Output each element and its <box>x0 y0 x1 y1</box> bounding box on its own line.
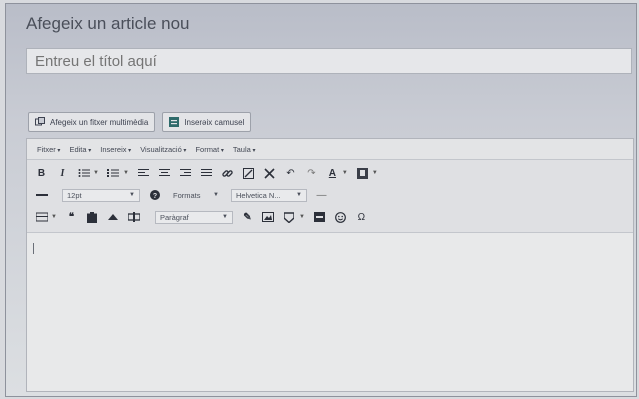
align-left-icon[interactable] <box>137 166 150 180</box>
link-icon[interactable] <box>221 166 234 180</box>
menu-view[interactable]: Visualització <box>140 145 186 154</box>
editor-menubar: Fitxer Edita Insereix Visualització Form… <box>27 139 633 160</box>
chevron-down-icon: ▼ <box>296 192 302 198</box>
help-icon[interactable]: ? <box>148 188 161 202</box>
undo-icon[interactable]: ↶ <box>284 166 297 180</box>
toolbar-row-2: 12pt ▼ ? Formats ▼ Helvetica N... ▼ — <box>27 184 633 206</box>
formats-dropdown[interactable]: Formats ▼ <box>169 189 223 202</box>
align-right-icon[interactable] <box>179 166 192 180</box>
block-format-value: Paràgraf <box>159 212 189 222</box>
media-embed-icon[interactable] <box>313 210 326 224</box>
editor-content-area[interactable] <box>27 233 633 383</box>
add-media-label: Afegeix un fitxer multimèdia <box>50 117 149 127</box>
chevron-down-icon[interactable]: ▼ <box>123 170 129 176</box>
text-cursor <box>33 243 34 254</box>
carousel-icon <box>169 117 180 127</box>
text-color-icon[interactable]: A <box>326 166 339 180</box>
align-center-icon[interactable] <box>158 166 171 180</box>
menu-format[interactable]: Format <box>195 145 223 154</box>
menu-table[interactable]: Taula <box>233 145 256 154</box>
redo-icon[interactable]: ↷ <box>305 166 318 180</box>
background-color-icon[interactable] <box>356 166 369 180</box>
block-format-select[interactable]: Paràgraf ▼ <box>154 210 233 224</box>
image-icon[interactable] <box>262 210 275 224</box>
page-heading: Afegeix un article nou <box>26 14 190 33</box>
table-icon[interactable] <box>35 210 48 224</box>
font-size-select[interactable]: 12pt ▼ <box>62 188 140 202</box>
chevron-down-icon[interactable]: ▼ <box>299 214 305 220</box>
menu-edit[interactable]: Edita <box>69 145 91 154</box>
bold-icon[interactable]: B <box>35 166 48 180</box>
insert-carousel-button[interactable]: Inserəix camusel <box>162 112 252 132</box>
post-title-input[interactable] <box>26 48 632 74</box>
italic-icon[interactable]: I <box>56 166 69 180</box>
bullet-list-icon[interactable] <box>77 166 90 180</box>
font-family-value: Helvetica N... <box>236 190 281 200</box>
menu-insert[interactable]: Insereix <box>100 145 131 154</box>
menu-file[interactable]: Fitxer <box>37 145 60 154</box>
toolbar-row-3: ▼ ❝ Paràgraf ▼ ✎ ▼ Ω <box>27 206 633 228</box>
pencil-icon[interactable]: ✎ <box>241 210 254 224</box>
numbered-list-icon[interactable] <box>107 166 120 180</box>
clear-formatting-icon[interactable] <box>107 210 120 224</box>
fullscreen-icon[interactable] <box>263 166 276 180</box>
svg-text:?: ? <box>152 193 156 200</box>
toolbar-row-1: B I ▼ ▼ ↶ ↷ A ▼ ▼ <box>27 162 633 184</box>
omega-icon[interactable]: Ω <box>355 210 368 224</box>
chevron-down-icon: ▼ <box>213 192 219 198</box>
special-char-icon[interactable] <box>128 210 141 224</box>
chevron-down-icon[interactable]: ▼ <box>51 214 57 220</box>
horizontal-rule-icon[interactable] <box>35 188 48 202</box>
editor-toolbars: B I ▼ ▼ ↶ ↷ A ▼ ▼ 12pt ▼ ? Formats ▼ Hel… <box>27 160 633 233</box>
insert-carousel-label: Inserəix camusel <box>184 117 245 127</box>
formats-label: Formats <box>173 190 201 200</box>
shield-icon[interactable] <box>283 210 296 224</box>
chevron-down-icon: ▼ <box>129 192 135 198</box>
chevron-down-icon[interactable]: ▼ <box>372 170 378 176</box>
paste-text-icon[interactable] <box>86 210 99 224</box>
add-media-button[interactable]: Afegeix un fitxer multimèdia <box>28 112 156 132</box>
chevron-down-icon[interactable]: ▼ <box>342 170 348 176</box>
media-icon <box>35 117 45 127</box>
font-size-value: 12pt <box>67 190 82 200</box>
content-editor: Fitxer Edita Insereix Visualització Form… <box>26 138 634 392</box>
font-family-select[interactable]: Helvetica N... ▼ <box>231 188 307 202</box>
chevron-down-icon: ▼ <box>222 214 228 220</box>
align-justify-icon[interactable] <box>200 166 213 180</box>
screen-frame: Afegeix un article nou Afegeix un fitxer… <box>5 3 637 397</box>
chevron-down-icon[interactable]: ▼ <box>93 170 99 176</box>
unlink-icon[interactable] <box>242 166 255 180</box>
minus-icon[interactable]: — <box>315 188 328 202</box>
media-buttons: Afegeix un fitxer multimèdia Inserəix ca… <box>28 112 252 132</box>
emoji-icon[interactable] <box>334 210 347 224</box>
blockquote-icon[interactable]: ❝ <box>65 210 78 224</box>
